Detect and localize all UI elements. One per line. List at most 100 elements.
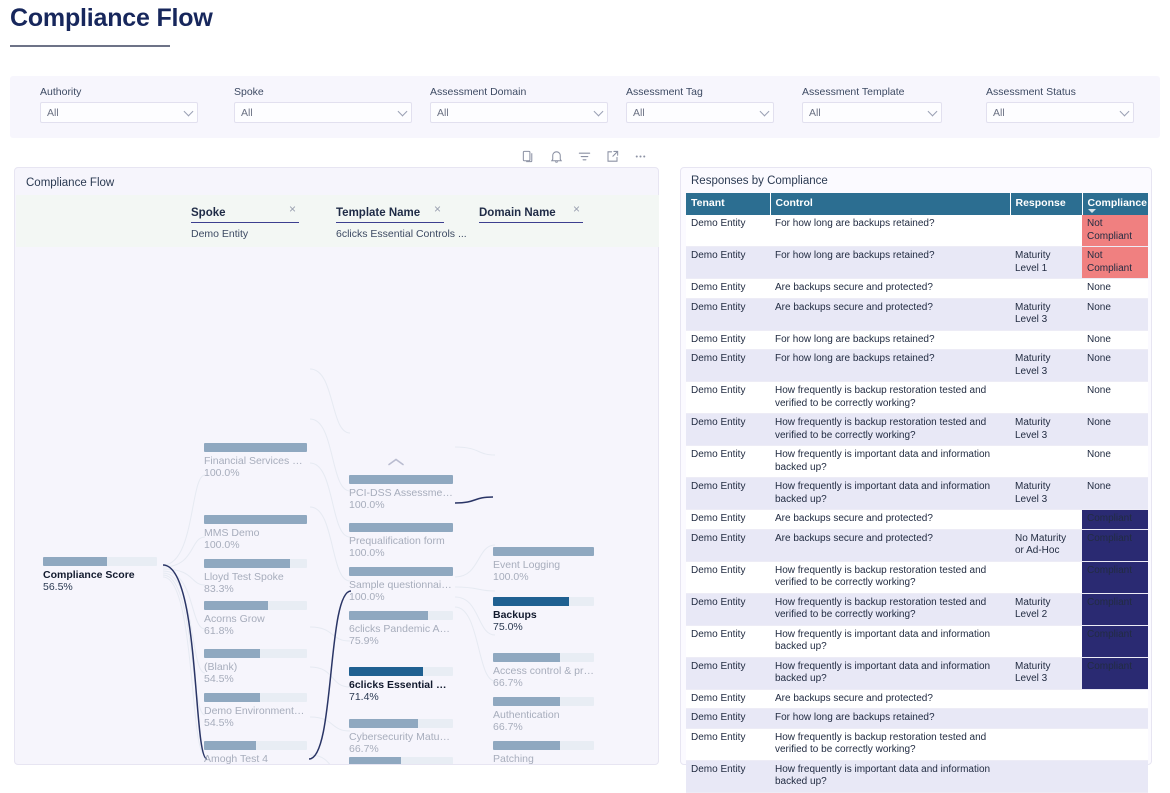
node-value: 71.4%: [349, 691, 453, 704]
table-row[interactable]: Demo EntityHow frequently is backup rest…: [686, 728, 1148, 760]
sankey-node-domain[interactable]: Backups75.0%: [493, 597, 594, 634]
sankey-node-template[interactable]: Prequalification form100.0%: [349, 523, 453, 560]
sankey-column-headers: Spoke×Demo EntityTemplate Name×6clicks E…: [16, 195, 659, 247]
filter-dropdown[interactable]: All: [40, 102, 198, 123]
filter-dropdown[interactable]: All: [626, 102, 774, 123]
sankey-node-spoke[interactable]: Lloyd Test Spoke83.3%: [204, 559, 307, 596]
cell-compliance: [1082, 728, 1148, 760]
node-label: Financial Services Clie...: [204, 455, 307, 467]
sankey-column-template-name: Template Name×6clicks Essential Controls…: [336, 203, 467, 240]
table-row[interactable]: Demo EntityFor how long are backups reta…: [686, 247, 1148, 279]
table-row[interactable]: Demo EntityHow frequently is backup rest…: [686, 382, 1148, 414]
table-row[interactable]: Demo EntityFor how long are backups reta…: [686, 330, 1148, 350]
filter-dropdown[interactable]: All: [430, 102, 608, 123]
filter-icon[interactable]: [576, 148, 593, 165]
sankey-node-template[interactable]: PCI-DSS Assessment (...100.0%: [349, 475, 453, 512]
table-row[interactable]: Demo EntityHow frequently is important d…: [686, 446, 1148, 478]
filter-assessment-domain: Assessment DomainAll: [430, 86, 608, 123]
sankey-node-domain[interactable]: Event Logging100.0%: [493, 547, 594, 584]
node-bar: [204, 515, 307, 524]
table-row[interactable]: Demo EntityAre backups secure and protec…: [686, 689, 1148, 709]
sankey-node-template[interactable]: Pre-Qual form50.0%: [349, 757, 453, 764]
node-bar: [349, 611, 453, 620]
cell-response: [1010, 215, 1082, 247]
node-bar: [493, 697, 594, 706]
filter-dropdown[interactable]: All: [802, 102, 942, 123]
sankey-node-template[interactable]: Cybersecurity Maturity...66.7%: [349, 719, 453, 756]
sankey-node-spoke[interactable]: Acorns Grow61.8%: [204, 601, 307, 638]
column-title[interactable]: Spoke: [191, 207, 299, 223]
focus-mode-icon[interactable]: [604, 148, 621, 165]
table-row[interactable]: Demo EntityHow frequently is important d…: [686, 625, 1148, 657]
column-title[interactable]: Template Name: [336, 207, 444, 223]
table-row[interactable]: Demo EntityHow frequently is important d…: [686, 657, 1148, 689]
sankey-node-spoke[interactable]: MMS Demo100.0%: [204, 515, 307, 552]
cell-control: How frequently is important data and inf…: [770, 760, 1010, 792]
cell-response: [1010, 689, 1082, 709]
column-header-tenant[interactable]: Tenant: [686, 193, 770, 215]
node-label: Lloyd Test Spoke: [204, 571, 307, 583]
column-filter-value: Demo Entity: [191, 228, 299, 240]
sankey-node-template[interactable]: 6clicks Pandemic Asse...75.9%: [349, 611, 453, 648]
bell-icon[interactable]: [548, 148, 565, 165]
sankey-node-domain[interactable]: Authentication66.7%: [493, 697, 594, 734]
chevron-down-icon: [184, 106, 194, 116]
cell-response: Maturity Level 3: [1010, 657, 1082, 689]
column-title[interactable]: Domain Name: [479, 207, 583, 223]
chevron-down-icon: [398, 106, 408, 116]
cell-compliance: Not Compliant: [1082, 215, 1148, 247]
table-row[interactable]: Demo EntityAre backups secure and protec…: [686, 298, 1148, 330]
sankey-node-template[interactable]: Sample questionnaire ...100.0%: [349, 567, 453, 604]
node-bar-fill: [204, 515, 307, 524]
more-options-icon[interactable]: [632, 148, 649, 165]
table-row[interactable]: Demo EntityAre backups secure and protec…: [686, 279, 1148, 299]
sankey-node-spoke[interactable]: Financial Services Clie...100.0%: [204, 443, 307, 480]
node-value: 100.0%: [349, 499, 453, 512]
column-header-response[interactable]: Response: [1010, 193, 1082, 215]
cell-compliance: Compliant: [1082, 529, 1148, 561]
table-row[interactable]: Demo EntityHow frequently is backup rest…: [686, 561, 1148, 593]
table-row[interactable]: Demo EntityHow frequently is backup rest…: [686, 593, 1148, 625]
copy-icon[interactable]: [520, 148, 537, 165]
node-value: 100.0%: [204, 467, 307, 480]
column-header-compliance[interactable]: Compliance: [1082, 193, 1148, 215]
node-bar: [204, 559, 307, 568]
node-value: 56.5%: [43, 581, 157, 594]
table-row[interactable]: Demo EntityHow frequently is important d…: [686, 478, 1148, 510]
node-value: 75.9%: [349, 635, 453, 648]
sankey-node-spoke[interactable]: Amogh Test 450.0%: [204, 741, 307, 764]
filter-dropdown[interactable]: All: [986, 102, 1134, 123]
sankey-node-spoke[interactable]: Demo Environment Ry...54.5%: [204, 693, 307, 730]
filter-label: Authority: [40, 86, 198, 98]
filter-dropdown[interactable]: All: [234, 102, 412, 123]
table-row[interactable]: Demo EntityHow frequently is important d…: [686, 760, 1148, 792]
cell-control: How frequently is backup restoration tes…: [770, 414, 1010, 446]
table-row[interactable]: Demo EntityFor how long are backups reta…: [686, 215, 1148, 247]
scroll-up-icon[interactable]: [385, 456, 407, 468]
sankey-node-domain[interactable]: Patching66.7%: [493, 741, 594, 764]
cell-control: How frequently is important data and inf…: [770, 446, 1010, 478]
column-header-control[interactable]: Control: [770, 193, 1010, 215]
close-icon[interactable]: ×: [289, 203, 296, 216]
node-label: MMS Demo: [204, 527, 307, 539]
cell-response: [1010, 510, 1082, 530]
sankey-node-spoke[interactable]: (Blank)54.5%: [204, 649, 307, 686]
filter-bar: AuthorityAllSpokeAllAssessment DomainAll…: [10, 76, 1160, 138]
table-row[interactable]: Demo EntityHow frequently is backup rest…: [686, 414, 1148, 446]
close-icon[interactable]: ×: [573, 203, 580, 216]
sankey-node-template[interactable]: 6clicks Essential Con...71.4%: [349, 667, 453, 704]
table-row[interactable]: Demo EntityAre backups secure and protec…: [686, 529, 1148, 561]
sankey-node-domain[interactable]: Access control & privil...66.7%: [493, 653, 594, 690]
cell-compliance: [1082, 709, 1148, 729]
table-row[interactable]: Demo EntityFor how long are backups reta…: [686, 709, 1148, 729]
node-bar-fill: [204, 601, 268, 610]
cell-tenant: Demo Entity: [686, 478, 770, 510]
sankey-node-compliance-score[interactable]: Compliance Score56.5%: [43, 557, 157, 594]
table-row[interactable]: Demo EntityFor how long are backups reta…: [686, 350, 1148, 382]
table-row[interactable]: Demo EntityAre backups secure and protec…: [686, 510, 1148, 530]
close-icon[interactable]: ×: [434, 203, 441, 216]
cell-compliance: Compliant: [1082, 625, 1148, 657]
node-bar: [349, 567, 453, 576]
node-bar-fill: [349, 523, 453, 532]
node-bar-fill: [204, 649, 260, 658]
